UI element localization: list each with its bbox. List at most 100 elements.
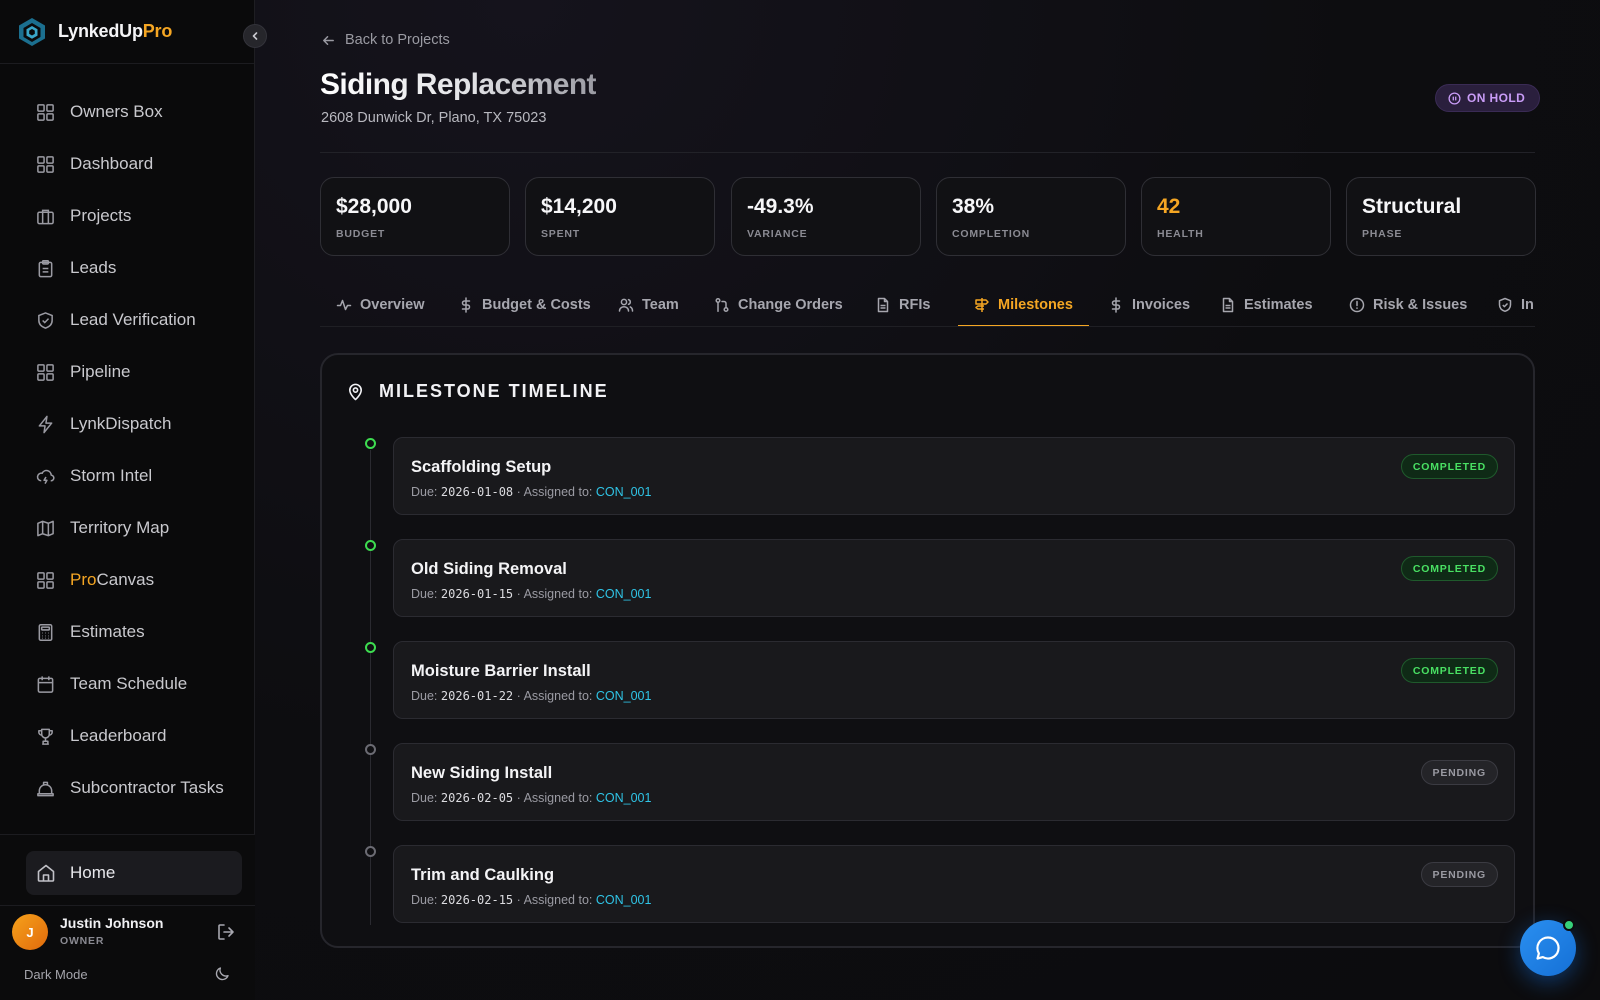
status-badge: ON HOLD	[1435, 84, 1541, 112]
sidebar: LynkedUpPro Owners Box Dashboard Project…	[0, 0, 255, 1000]
sidebar-item-territory-map[interactable]: Territory Map	[0, 502, 255, 554]
sidebar-item-pipeline[interactable]: Pipeline	[0, 346, 255, 398]
sidebar-item-storm-intel[interactable]: Storm Intel	[0, 450, 255, 502]
home-icon	[37, 864, 55, 882]
sidebar-item-projects[interactable]: Projects	[0, 190, 255, 242]
milestone-title: Old Siding Removal	[411, 560, 567, 578]
sidebar-item-label: Subcontractor Tasks	[70, 778, 224, 797]
sidebar-item-procanvas[interactable]: ProCanvas	[0, 554, 255, 606]
tab-insurance[interactable]: In	[1497, 282, 1534, 326]
milestone-assignee[interactable]: CON_001	[596, 587, 652, 601]
sidebar-item-label: Lead Verification	[70, 310, 196, 329]
brand-name: LynkedUpPro	[58, 21, 173, 41]
tab-invoices[interactable]: Invoices	[1108, 282, 1190, 326]
logout-icon[interactable]	[216, 922, 236, 942]
milestone-item[interactable]: Scaffolding Setup Due: 2026-01-08 · Assi…	[393, 437, 1515, 515]
pause-circle-icon	[1448, 91, 1461, 105]
page-title: Siding Replacement	[320, 68, 597, 101]
milestone-title: Moisture Barrier Install	[411, 662, 591, 680]
sidebar-item-subcontractor-tasks[interactable]: Subcontractor Tasks	[0, 762, 255, 814]
sidebar-item-team-schedule[interactable]: Team Schedule	[0, 658, 255, 710]
cloud-lightning-icon	[36, 469, 55, 484]
stat-value: $14,200	[541, 195, 617, 218]
back-to-projects-link[interactable]: Back to Projects	[321, 32, 450, 48]
sidebar-item-label: Storm Intel	[70, 466, 153, 485]
stat-completion: 38% COMPLETION	[936, 177, 1126, 256]
milestone-title: Scaffolding Setup	[411, 458, 552, 476]
home-label: Home	[70, 863, 116, 882]
sidebar-item-label: Projects	[70, 206, 132, 225]
sidebar-item-dashboard[interactable]: Dashboard	[0, 138, 255, 190]
project-tabs: Overview Budget & Costs Team Change Orde…	[320, 282, 1535, 327]
tab-label: Milestones	[998, 296, 1073, 313]
grid-icon	[37, 155, 54, 173]
sidebar-item-lead-verification[interactable]: Lead Verification	[0, 294, 255, 346]
milestone-item[interactable]: Moisture Barrier Install Due: 2026-01-22…	[393, 641, 1515, 719]
git-pull-icon	[715, 297, 729, 312]
trophy-icon	[38, 728, 53, 745]
sidebar-item-label: Territory Map	[70, 518, 170, 537]
tab-label: RFIs	[899, 296, 931, 313]
tab-budget-costs[interactable]: Budget & Costs	[458, 282, 591, 326]
milestone-assignee[interactable]: CON_001	[596, 689, 652, 703]
moon-icon[interactable]	[214, 965, 231, 982]
map-pin-icon	[348, 383, 363, 401]
tab-risk-issues[interactable]: Risk & Issues	[1349, 282, 1467, 326]
milestone-assignee[interactable]: CON_001	[596, 893, 652, 907]
milestone-item[interactable]: Trim and Caulking Due: 2026-02-15 · Assi…	[393, 845, 1515, 923]
avatar[interactable]: J	[12, 914, 48, 950]
stat-value: 38%	[952, 195, 995, 218]
milestone-item[interactable]: Old Siding Removal Due: 2026-01-15 · Ass…	[393, 539, 1515, 617]
users-icon	[618, 298, 634, 312]
sidebar-item-label: Estimates	[70, 622, 145, 641]
milestone-title: New Siding Install	[411, 764, 553, 782]
arrow-left-icon	[323, 35, 334, 45]
timeline-dot-pending	[365, 744, 376, 755]
timeline-dot-pending	[365, 846, 376, 857]
tab-label: Estimates	[1244, 296, 1313, 313]
stat-health: 42 HEALTH	[1141, 177, 1331, 256]
sidebar-item-leads[interactable]: Leads	[0, 242, 255, 294]
tab-overview[interactable]: Overview	[336, 282, 425, 326]
tab-team[interactable]: Team	[618, 282, 679, 326]
status-badge: COMPLETED	[1400, 658, 1498, 683]
user-name: Justin Johnson	[60, 915, 164, 931]
sidebar-item-label: LynkDispatch	[70, 414, 172, 433]
dark-mode-label: Dark Mode	[24, 967, 88, 982]
shield-check-icon	[38, 311, 53, 329]
sidebar-item-label: Owners Box	[70, 102, 163, 121]
tab-rfis[interactable]: RFIs	[875, 282, 931, 326]
stat-value: $28,000	[336, 195, 412, 218]
shield-icon	[1498, 297, 1512, 312]
milestone-assignee[interactable]: CON_001	[596, 791, 652, 805]
status-badge: COMPLETED	[1400, 556, 1498, 581]
milestone-title: Trim and Caulking	[411, 866, 555, 884]
tab-milestones[interactable]: Milestones	[958, 282, 1089, 326]
user-profile[interactable]: J Justin Johnson OWNER	[0, 905, 255, 955]
stat-label: VARIANCE	[747, 228, 808, 240]
sidebar-item-owners-box[interactable]: Owners Box	[0, 86, 255, 138]
tab-estimates[interactable]: Estimates	[1220, 282, 1313, 326]
sidebar-item-leaderboard[interactable]: Leaderboard	[0, 710, 255, 762]
sidebar-item-estimates[interactable]: Estimates	[0, 606, 255, 658]
stat-label: BUDGET	[336, 228, 386, 240]
status-badge: COMPLETED	[1400, 454, 1498, 479]
milestone-assignee[interactable]: CON_001	[596, 485, 652, 499]
grid-icon	[37, 571, 54, 589]
tab-label: Overview	[360, 296, 425, 313]
sidebar-collapse-button[interactable]	[243, 24, 267, 48]
briefcase-icon	[37, 209, 54, 224]
dollar-icon	[1111, 296, 1121, 313]
status-badge: PENDING	[1420, 862, 1498, 887]
project-address: 2608 Dunwick Dr, Plano, TX 75023	[321, 110, 547, 126]
alert-circle-icon	[1349, 297, 1365, 312]
milestone-item[interactable]: New Siding Install Due: 2026-02-05 · Ass…	[393, 743, 1515, 821]
tab-change-orders[interactable]: Change Orders	[714, 282, 843, 326]
clipboard-icon	[38, 259, 53, 277]
bolt-icon	[38, 415, 53, 433]
sidebar-item-label: Pipeline	[70, 362, 131, 381]
stat-variance: -49.3% VARIANCE	[731, 177, 921, 256]
home-button[interactable]: Home	[26, 851, 242, 895]
sidebar-item-lynkdispatch[interactable]: LynkDispatch	[0, 398, 255, 450]
brand[interactable]: LynkedUpPro	[0, 0, 254, 64]
